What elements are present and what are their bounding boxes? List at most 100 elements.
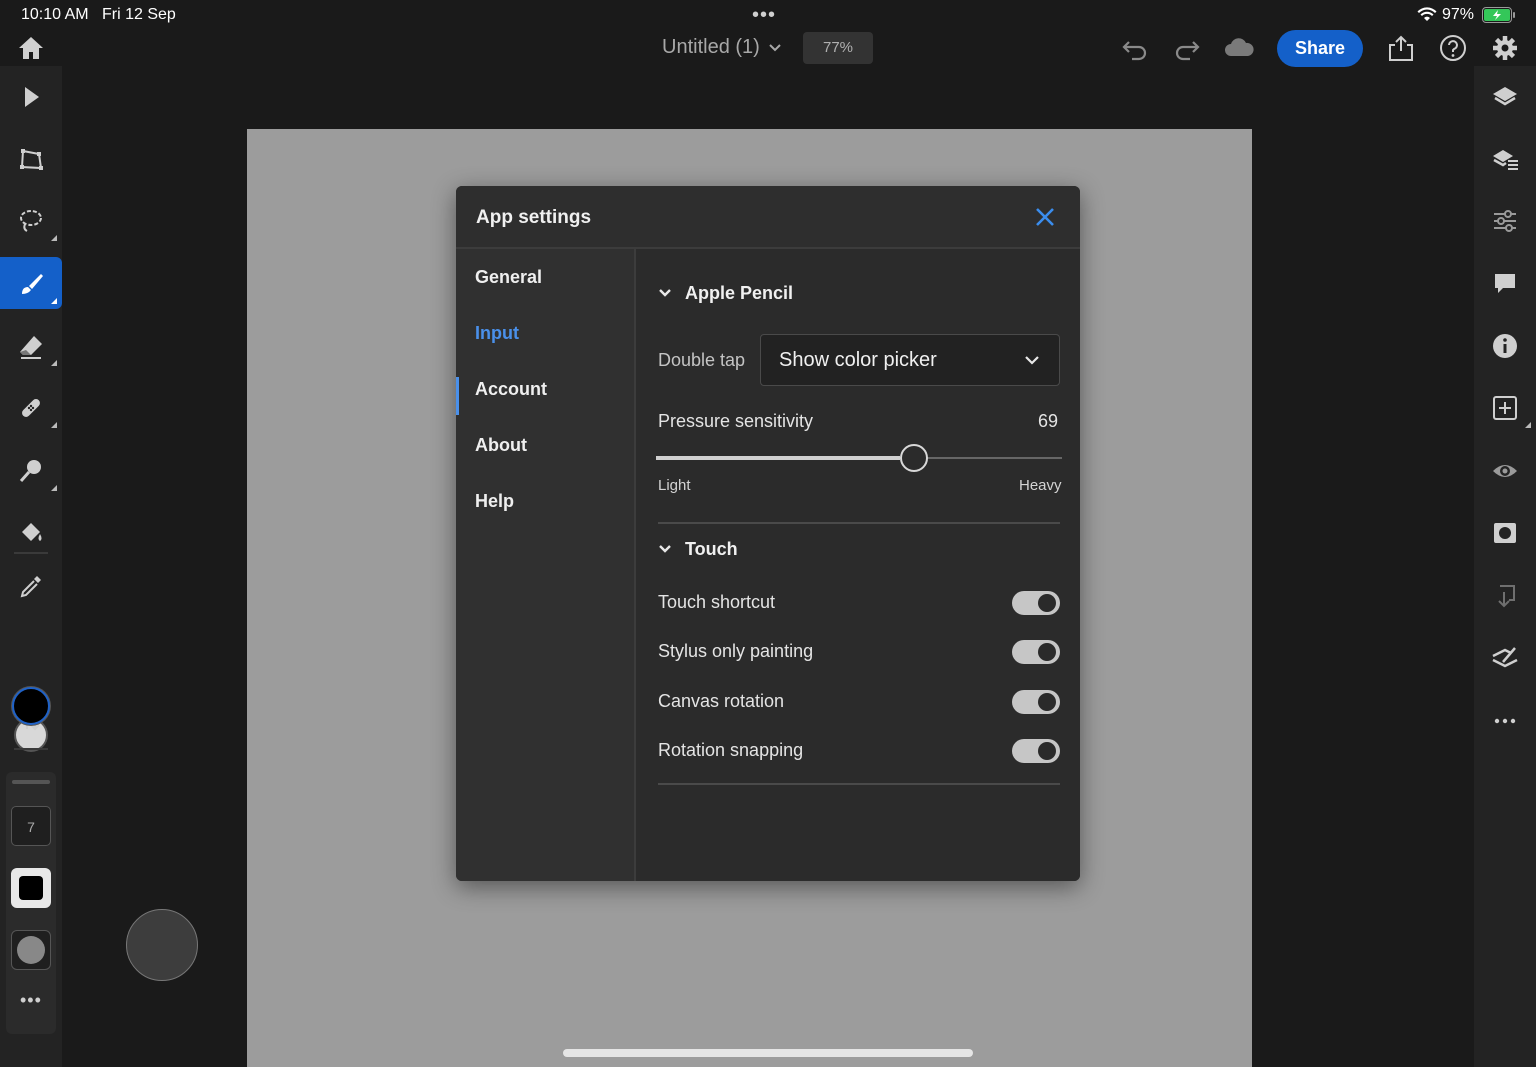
canvas-rotation-toggle[interactable] xyxy=(1012,690,1060,714)
top-app-bar: Untitled (1) 77% Share xyxy=(0,30,1536,67)
smudge-tool[interactable] xyxy=(0,444,62,496)
apple-pencil-section-toggle[interactable]: Apple Pencil xyxy=(658,283,858,307)
right-toolbar xyxy=(1474,66,1536,1067)
tool-options-indicator xyxy=(51,485,57,491)
primary-color-swatch[interactable] xyxy=(12,687,50,725)
touch-section-toggle[interactable]: Touch xyxy=(658,539,858,563)
status-bar: 10:10 AM Fri 12 Sep ••• 97% xyxy=(0,0,1536,30)
dialog-title: App settings xyxy=(476,207,592,228)
touch-shortcut-toggle[interactable] xyxy=(1012,591,1060,615)
fill-icon xyxy=(22,523,42,541)
tool-options-indicator xyxy=(51,235,57,241)
panel-handle[interactable] xyxy=(12,780,50,784)
nav-item-input[interactable]: Input xyxy=(475,323,519,344)
transform-tool[interactable] xyxy=(0,132,62,184)
chevron-down-icon[interactable] xyxy=(768,40,782,58)
double-tap-select[interactable]: Show color picker xyxy=(760,334,1060,386)
mask-icon xyxy=(1494,523,1516,543)
nav-item-account[interactable]: Account xyxy=(475,379,547,400)
eyedropper-tool[interactable] xyxy=(0,559,62,611)
more-tools-icon[interactable]: ••• xyxy=(20,990,42,1011)
nav-item-about[interactable]: About xyxy=(475,435,527,456)
chevron-down-icon xyxy=(659,289,671,297)
rotation-snapping-toggle[interactable] xyxy=(1012,739,1060,763)
fill-tool[interactable] xyxy=(0,506,62,558)
toolbar-divider xyxy=(14,748,48,750)
lasso-tool[interactable] xyxy=(0,194,62,246)
battery-icon xyxy=(1482,7,1516,28)
transform-icon xyxy=(20,149,43,170)
rotation-snapping-label: Rotation snapping xyxy=(658,740,804,760)
select-icon xyxy=(25,87,39,107)
battery-percent: 97% xyxy=(1442,6,1475,23)
brush-tool[interactable] xyxy=(0,257,62,309)
layer-properties-button[interactable] xyxy=(1474,132,1536,184)
eraser-icon xyxy=(20,336,42,359)
app-settings-dialog: App settings General Input Account About… xyxy=(456,186,1080,881)
layers-icon xyxy=(1493,87,1517,106)
more-icon xyxy=(1494,718,1516,724)
nav-item-general[interactable]: General xyxy=(475,267,542,288)
share-button[interactable]: Share xyxy=(1277,30,1363,67)
info-icon xyxy=(1493,334,1517,358)
export-icon[interactable] xyxy=(1386,34,1416,62)
tool-options-indicator xyxy=(51,360,57,366)
cloud-icon[interactable] xyxy=(1222,34,1256,62)
wifi-icon xyxy=(1417,7,1437,28)
pressure-slider-thumb[interactable] xyxy=(899,444,928,472)
home-icon[interactable] xyxy=(16,34,46,62)
brush-flow-control[interactable] xyxy=(11,930,51,970)
healing-tool[interactable] xyxy=(0,381,62,433)
app-root: 10:10 AM Fri 12 Sep ••• 97% Untitled (1)… xyxy=(0,0,1536,1067)
visibility-icon xyxy=(1493,465,1517,477)
brush-opacity-control[interactable] xyxy=(11,868,51,908)
merge-down-button[interactable] xyxy=(1474,569,1536,621)
healing-icon xyxy=(22,399,40,417)
dialog-header: App settings xyxy=(456,186,1080,249)
adjustments-button[interactable] xyxy=(1474,194,1536,246)
multitasking-dots[interactable]: ••• xyxy=(752,4,776,27)
help-icon[interactable] xyxy=(1438,34,1468,62)
eraser-tool[interactable] xyxy=(0,319,62,371)
select-tool[interactable] xyxy=(0,70,62,122)
more-options-button[interactable] xyxy=(1474,694,1536,746)
brush-icon xyxy=(22,274,43,294)
home-indicator[interactable] xyxy=(563,1049,973,1057)
zoom-level[interactable]: 77% xyxy=(803,32,873,64)
close-icon[interactable] xyxy=(1032,204,1058,230)
pressure-slider-fill xyxy=(656,456,900,460)
document-title[interactable]: Untitled (1) xyxy=(662,36,760,59)
tool-options-indicator xyxy=(51,298,57,304)
stylus-only-painting-toggle[interactable] xyxy=(1012,640,1060,664)
add-layer-button[interactable] xyxy=(1474,381,1536,433)
stylus-only-painting-label: Stylus only painting xyxy=(658,641,814,661)
clear-icon xyxy=(1492,647,1518,668)
touch-shortcut-button[interactable] xyxy=(126,909,198,981)
visibility-button[interactable] xyxy=(1474,444,1536,496)
comments-button[interactable] xyxy=(1474,257,1536,309)
layers-button[interactable] xyxy=(1474,70,1536,122)
add-layer-icon xyxy=(1493,396,1517,420)
smudge-icon xyxy=(19,460,41,482)
info-button[interactable] xyxy=(1474,319,1536,371)
section-divider xyxy=(658,522,1060,524)
adjustments-icon xyxy=(1494,210,1516,232)
clear-layer-button[interactable] xyxy=(1474,631,1536,683)
gear-icon[interactable] xyxy=(1490,34,1520,62)
canvas-rotation-label: Canvas rotation xyxy=(658,691,785,711)
undo-icon[interactable] xyxy=(1120,34,1150,62)
redo-icon[interactable] xyxy=(1172,34,1202,62)
brush-size-control[interactable]: 7 xyxy=(11,806,51,846)
status-date: Fri 12 Sep xyxy=(102,6,176,23)
toolbar-divider xyxy=(14,552,48,554)
lasso-icon xyxy=(20,210,42,232)
slider-min-label: Light xyxy=(658,477,691,494)
settings-body: Apple Pencil Double tap Show color picke… xyxy=(638,249,1080,881)
tool-options-indicator xyxy=(51,422,57,428)
mask-button[interactable] xyxy=(1474,506,1536,558)
eyedropper-icon xyxy=(20,576,41,598)
nav-item-help[interactable]: Help xyxy=(475,491,514,512)
comments-icon xyxy=(1495,274,1515,293)
tool-options-indicator xyxy=(1525,422,1531,428)
touch-shortcut-label: Touch shortcut xyxy=(658,592,776,612)
